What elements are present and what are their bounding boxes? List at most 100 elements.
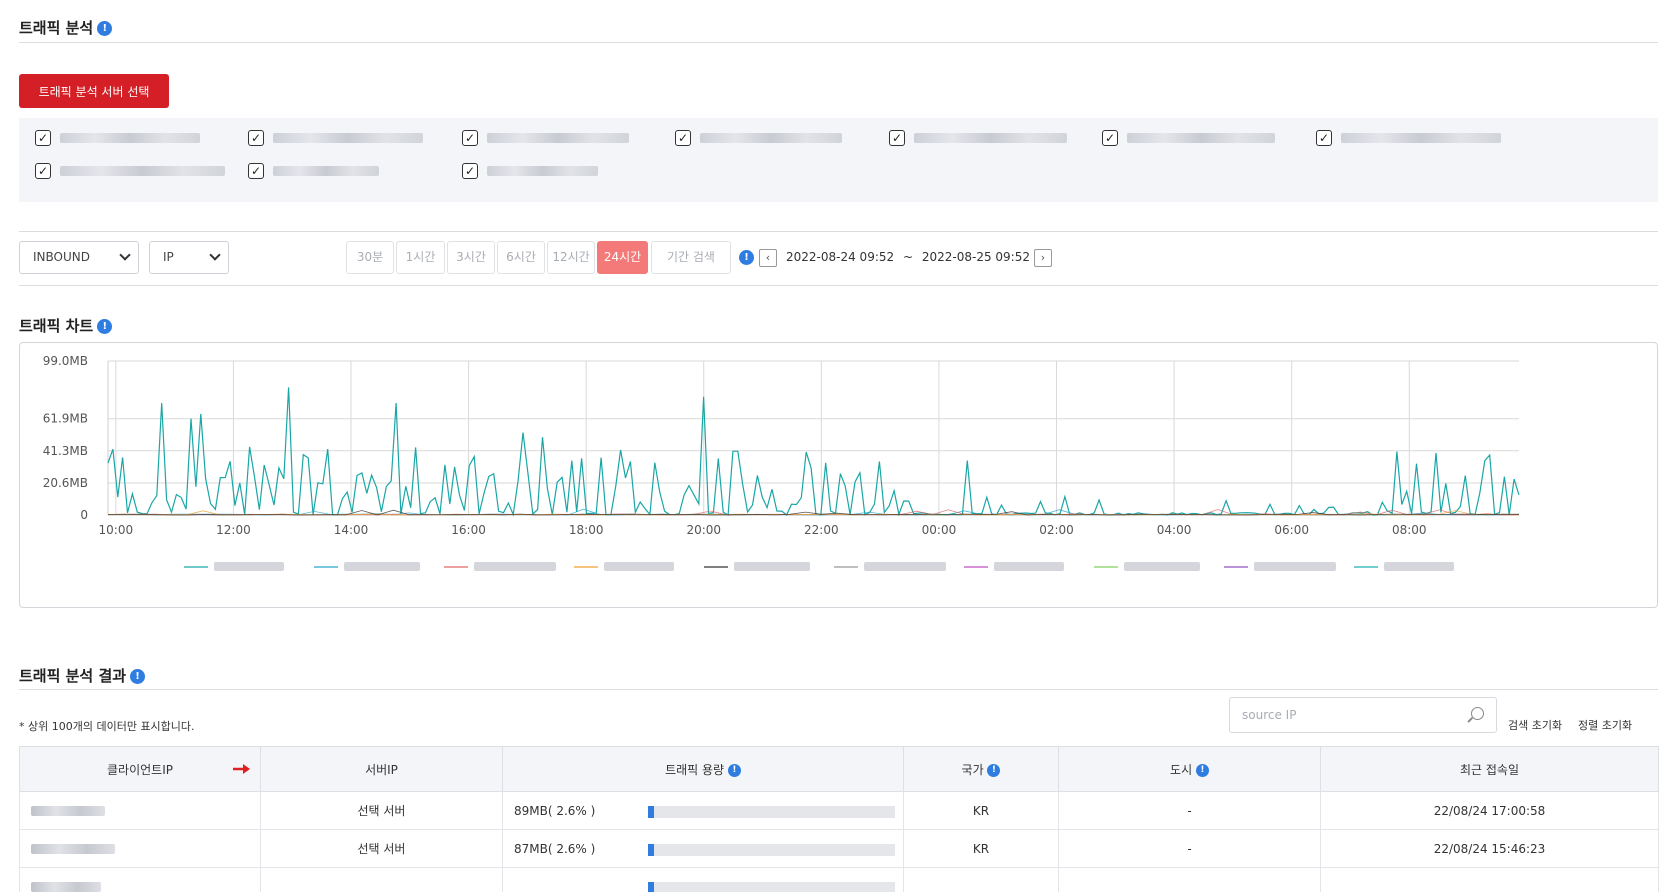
legend-label-redacted	[1384, 562, 1454, 571]
client-ip-cell	[19, 829, 261, 868]
checkbox-checked-icon[interactable]: ✓	[1316, 130, 1332, 146]
info-icon[interactable]: !	[727, 763, 741, 777]
column-label: 최근 접속일	[1459, 762, 1519, 777]
range-24h-button[interactable]: 24시간	[597, 241, 648, 274]
search-icon[interactable]	[1471, 707, 1484, 720]
divider	[19, 689, 1658, 690]
chart-section-title: 트래픽 차트!	[19, 315, 113, 336]
client-ip-redacted	[31, 844, 115, 854]
chart-title-text: 트래픽 차트	[19, 317, 94, 335]
column-header-traffic[interactable]: 트래픽 용량 !	[502, 746, 904, 792]
info-icon[interactable]: !	[97, 21, 113, 36]
results-table: 클라이언트IP 서버IP 트래픽 용량 ! 국가 ! 도시 ! 최근 접속일 선…	[19, 746, 1659, 892]
table-row[interactable]: 선택 서버 87MB( 2.6% ) KR - 22/08/24 15:46:2…	[19, 829, 1659, 868]
info-icon[interactable]: !	[987, 763, 1001, 777]
reset-search-button[interactable]: 검색 초기화	[1508, 717, 1562, 733]
divider	[19, 285, 1658, 286]
column-header-server-ip[interactable]: 서버IP	[260, 746, 503, 792]
info-icon[interactable]: !	[130, 669, 146, 684]
x-tick-label: 14:00	[334, 523, 369, 537]
last-access-cell	[1320, 867, 1659, 892]
sort-arrow-icon[interactable]	[232, 763, 250, 775]
checkbox-checked-icon[interactable]: ✓	[462, 130, 478, 146]
checkbox-checked-icon[interactable]: ✓	[1102, 130, 1118, 146]
server-checkbox-item[interactable]: ✓	[1316, 128, 1501, 148]
traffic-chart: 99.0MB 61.9MB 41.3MB 20.6MB 0 10:00 12:00 14:00…	[19, 342, 1658, 608]
traffic-bar-fill	[648, 844, 655, 856]
source-ip-search[interactable]	[1229, 697, 1497, 733]
checkbox-checked-icon[interactable]: ✓	[248, 130, 264, 146]
last-access-cell: 22/08/24 17:00:58	[1320, 791, 1659, 830]
checkbox-checked-icon[interactable]: ✓	[248, 163, 264, 179]
column-header-city[interactable]: 도시 !	[1058, 746, 1321, 792]
server-label-redacted	[273, 166, 379, 176]
checkbox-checked-icon[interactable]: ✓	[35, 163, 51, 179]
legend-label-redacted	[864, 562, 946, 571]
x-tick-label: 20:00	[686, 523, 721, 537]
traffic-bar	[648, 882, 895, 892]
range-30min-button[interactable]: 30분	[346, 241, 394, 274]
checkbox-checked-icon[interactable]: ✓	[675, 130, 691, 146]
column-label: 도시	[1170, 762, 1193, 777]
period-search-button[interactable]: 기간 검색	[651, 241, 731, 274]
range-12h-button[interactable]: 12시간	[547, 241, 595, 274]
server-ip-cell: 선택 서버	[260, 791, 503, 830]
table-header-row: 클라이언트IP 서버IP 트래픽 용량 ! 국가 ! 도시 ! 최근 접속일	[19, 746, 1659, 792]
country-cell	[903, 867, 1059, 892]
info-icon[interactable]: !	[739, 250, 754, 265]
column-header-client-ip[interactable]: 클라이언트IP	[19, 746, 261, 792]
server-label-redacted	[273, 133, 423, 143]
traffic-cell: 89MB( 2.6% )	[502, 791, 904, 830]
client-ip-redacted	[31, 882, 101, 892]
range-1h-button[interactable]: 1시간	[396, 241, 445, 274]
column-header-last-access[interactable]: 최근 접속일	[1320, 746, 1659, 792]
next-period-button[interactable]: ›	[1034, 249, 1052, 267]
range-3h-button[interactable]: 3시간	[447, 241, 495, 274]
server-label-redacted	[914, 133, 1067, 143]
select-server-button[interactable]: 트래픽 분석 서버 선택	[19, 74, 169, 108]
page-title: 트래픽 분석!	[19, 17, 113, 38]
server-checkbox-item[interactable]: ✓	[248, 128, 423, 148]
column-label: 클라이언트IP	[107, 762, 173, 777]
client-ip-cell	[19, 791, 261, 830]
last-access-cell: 22/08/24 15:46:23	[1320, 829, 1659, 868]
legend-label-redacted	[734, 562, 810, 571]
x-tick-label: 16:00	[451, 523, 486, 537]
info-icon[interactable]: !	[1195, 763, 1209, 777]
server-checkbox-item[interactable]: ✓	[35, 128, 200, 148]
table-row[interactable]: 선택 서버 89MB( 2.6% ) KR - 22/08/24 17:00:5…	[19, 791, 1659, 830]
table-row[interactable]	[19, 867, 1659, 892]
range-6h-button[interactable]: 6시간	[497, 241, 545, 274]
date-end: 2022-08-25 09:52	[921, 250, 1030, 264]
info-icon[interactable]: !	[97, 319, 113, 334]
y-tick-label: 41.3MB	[43, 444, 88, 458]
prev-period-button[interactable]: ‹	[759, 249, 777, 267]
reset-sort-button[interactable]: 정렬 초기화	[1578, 717, 1632, 733]
checkbox-checked-icon[interactable]: ✓	[889, 130, 905, 146]
x-tick-label: 00:00	[922, 523, 957, 537]
checkbox-checked-icon[interactable]: ✓	[462, 163, 478, 179]
server-checkbox-item[interactable]: ✓	[675, 128, 842, 148]
x-tick-label: 04:00	[1157, 523, 1192, 537]
group-by-select[interactable]: IP	[149, 241, 229, 274]
server-ip-cell: 선택 서버	[260, 829, 503, 868]
traffic-bar	[648, 806, 895, 818]
server-checkbox-item[interactable]: ✓	[462, 161, 598, 181]
chevron-down-icon	[119, 249, 131, 261]
date-separator: ~	[902, 250, 914, 264]
source-ip-input[interactable]	[1230, 698, 1450, 732]
client-ip-cell	[19, 867, 261, 892]
legend-label-redacted	[604, 562, 674, 571]
server-checkbox-item[interactable]: ✓	[462, 128, 629, 148]
server-checkbox-item[interactable]: ✓	[1102, 128, 1275, 148]
server-checkbox-item[interactable]: ✓	[248, 161, 379, 181]
server-checkbox-item[interactable]: ✓	[35, 161, 225, 181]
y-tick-label: 0	[80, 508, 88, 522]
column-header-country[interactable]: 국가 !	[903, 746, 1059, 792]
server-checkbox-item[interactable]: ✓	[889, 128, 1067, 148]
checkbox-checked-icon[interactable]: ✓	[35, 130, 51, 146]
column-label: 국가	[961, 762, 984, 777]
x-tick-label: 06:00	[1274, 523, 1309, 537]
country-cell: KR	[903, 829, 1059, 868]
direction-select[interactable]: INBOUND	[19, 241, 139, 274]
